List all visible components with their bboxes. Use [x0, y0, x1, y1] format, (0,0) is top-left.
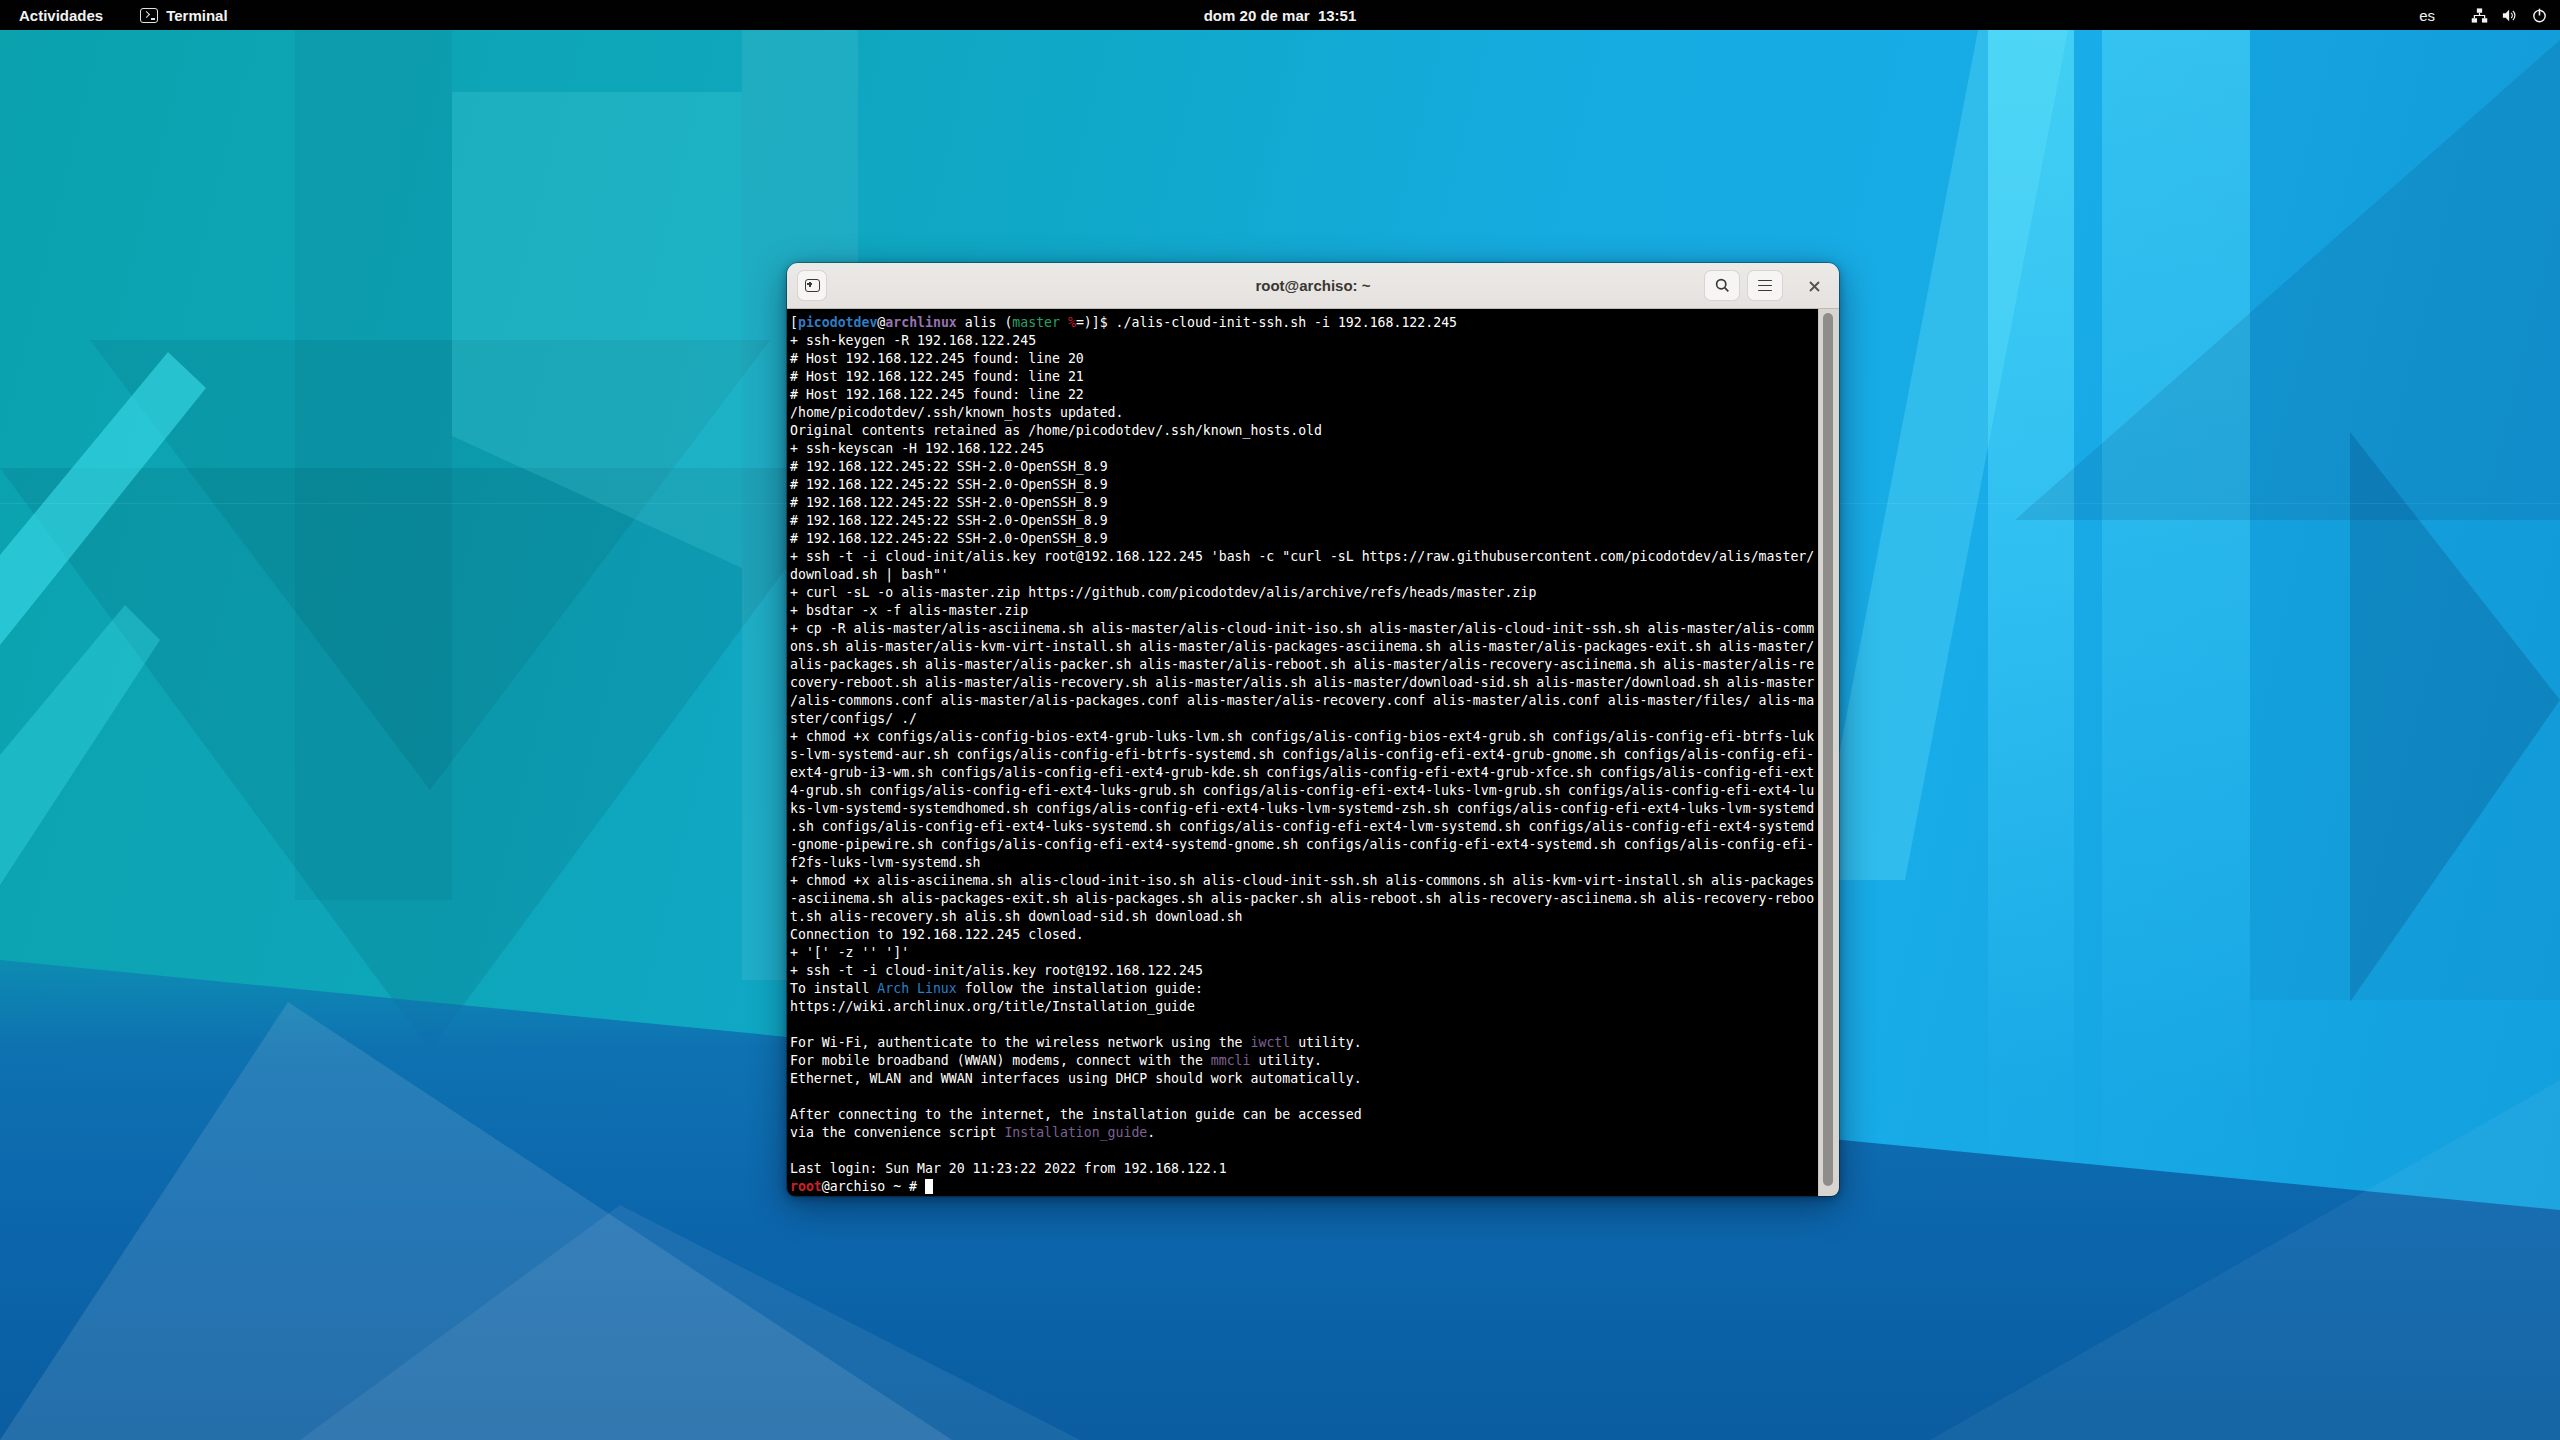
menu-icon	[1758, 280, 1772, 292]
system-status-area[interactable]: es	[2419, 0, 2548, 30]
desktop: Actividades Terminal dom 20 de mar 13:51…	[0, 0, 2560, 1440]
terminal-line	[790, 1142, 1814, 1160]
terminal-line: # 192.168.122.245:22 SSH-2.0-OpenSSH_8.9	[790, 494, 1814, 512]
terminal-line: -gnome-pipewire.sh configs/alis-config-e…	[790, 836, 1814, 854]
terminal-line: After connecting to the internet, the in…	[790, 1106, 1814, 1124]
terminal-line: + bsdtar -x -f alis-master.zip	[790, 602, 1814, 620]
wallpaper-facet	[295, 30, 452, 900]
terminal-line: ext4-grub-i3-wm.sh configs/alis-config-e…	[790, 764, 1814, 782]
terminal-line: t.sh alis-recovery.sh alis.sh download-s…	[790, 908, 1814, 926]
terminal-line: alis-packages.sh alis-master/alis-packer…	[790, 656, 1814, 674]
terminal-line: Connection to 192.168.122.245 closed.	[790, 926, 1814, 944]
wallpaper-facet	[2250, 30, 2560, 1000]
terminal-line: # Host 192.168.122.245 found: line 21	[790, 368, 1814, 386]
terminal-window: root@archiso: ~ [picodotdev@archlinux al…	[787, 263, 1839, 1196]
terminal-line	[790, 1016, 1814, 1034]
menu-button[interactable]	[1747, 270, 1783, 301]
network-icon	[2471, 7, 2488, 24]
terminal-line: Original contents retained as /home/pico…	[790, 422, 1814, 440]
search-icon	[1715, 278, 1730, 293]
terminal-line: -asciinema.sh alis-packages-exit.sh alis…	[790, 890, 1814, 908]
new-tab-icon	[805, 279, 820, 292]
terminal-line: + ssh-keyscan -H 192.168.122.245	[790, 440, 1814, 458]
terminal-line: [picodotdev@archlinux alis (master %=)]$…	[790, 314, 1814, 332]
terminal-line: + ssh -t -i cloud-init/alis.key root@192…	[790, 548, 1814, 566]
terminal-line: Ethernet, WLAN and WWAN interfaces using…	[790, 1070, 1814, 1088]
search-button[interactable]	[1704, 270, 1740, 301]
terminal-line: # 192.168.122.245:22 SSH-2.0-OpenSSH_8.9	[790, 530, 1814, 548]
terminal-line: ons.sh alis-master/alis-kvm-virt-install…	[790, 638, 1814, 656]
terminal-line: + chmod +x configs/alis-config-bios-ext4…	[790, 728, 1814, 746]
terminal-viewport[interactable]: [picodotdev@archlinux alis (master %=)]$…	[787, 309, 1839, 1196]
terminal-line: + '[' -z '' ']'	[790, 944, 1814, 962]
terminal-line: https://wiki.archlinux.org/title/Install…	[790, 998, 1814, 1016]
terminal-line: f2fs-luks-lvm-systemd.sh	[790, 854, 1814, 872]
terminal-line: # Host 192.168.122.245 found: line 22	[790, 386, 1814, 404]
terminal-line: /alis-commons.conf alis-master/alis-pack…	[790, 692, 1814, 710]
terminal-output: [picodotdev@archlinux alis (master %=)]$…	[790, 314, 1814, 1196]
terminal-line: .sh configs/alis-config-efi-ext4-luks-sy…	[790, 818, 1814, 836]
terminal-line: + cp -R alis-master/alis-asciinema.sh al…	[790, 620, 1814, 638]
terminal-line: # 192.168.122.245:22 SSH-2.0-OpenSSH_8.9	[790, 458, 1814, 476]
terminal-line	[790, 1088, 1814, 1106]
power-icon	[2531, 7, 2548, 24]
terminal-line: ster/configs/ ./	[790, 710, 1814, 728]
terminal-line: 4-grub.sh configs/alis-config-efi-ext4-l…	[790, 782, 1814, 800]
top-bar: Actividades Terminal dom 20 de mar 13:51…	[0, 0, 2560, 30]
terminal-line: via the convenience script Installation_…	[790, 1124, 1814, 1142]
terminal-line: # Host 192.168.122.245 found: line 20	[790, 350, 1814, 368]
terminal-line: root@archiso ~ #	[790, 1178, 1814, 1196]
keyboard-layout-indicator[interactable]: es	[2419, 7, 2435, 24]
terminal-line: + ssh -t -i cloud-init/alis.key root@192…	[790, 962, 1814, 980]
terminal-line: + curl -sL -o alis-master.zip https://gi…	[790, 584, 1814, 602]
terminal-line: To install Arch Linux follow the install…	[790, 980, 1814, 998]
close-button[interactable]	[1802, 274, 1826, 298]
volume-icon	[2501, 7, 2518, 24]
terminal-scrollbar[interactable]	[1818, 309, 1839, 1196]
terminal-line: download.sh | bash"'	[790, 566, 1814, 584]
terminal-line: + ssh-keygen -R 192.168.122.245	[790, 332, 1814, 350]
clock[interactable]: dom 20 de mar 13:51	[0, 0, 2560, 30]
terminal-headerbar[interactable]: root@archiso: ~	[787, 263, 1839, 309]
terminal-line: /home/picodotdev/.ssh/known_hosts update…	[790, 404, 1814, 422]
terminal-line: s-lvm-systemd-aur.sh configs/alis-config…	[790, 746, 1814, 764]
new-tab-button[interactable]	[797, 270, 827, 301]
terminal-line: # 192.168.122.245:22 SSH-2.0-OpenSSH_8.9	[790, 476, 1814, 494]
window-title: root@archiso: ~	[787, 263, 1839, 308]
close-icon	[1808, 280, 1821, 293]
terminal-line: + chmod +x alis-asciinema.sh alis-cloud-…	[790, 872, 1814, 890]
terminal-line: For Wi-Fi, authenticate to the wireless …	[790, 1034, 1814, 1052]
terminal-line: ks-lvm-systemd-systemdhomed.sh configs/a…	[790, 800, 1814, 818]
terminal-line: For mobile broadband (WWAN) modems, conn…	[790, 1052, 1814, 1070]
terminal-line: covery-reboot.sh alis-master/alis-recove…	[790, 674, 1814, 692]
terminal-line: # 192.168.122.245:22 SSH-2.0-OpenSSH_8.9	[790, 512, 1814, 530]
scrollbar-thumb[interactable]	[1823, 313, 1833, 1186]
terminal-line: Last login: Sun Mar 20 11:23:22 2022 fro…	[790, 1160, 1814, 1178]
wallpaper-facet	[2102, 30, 2250, 1270]
